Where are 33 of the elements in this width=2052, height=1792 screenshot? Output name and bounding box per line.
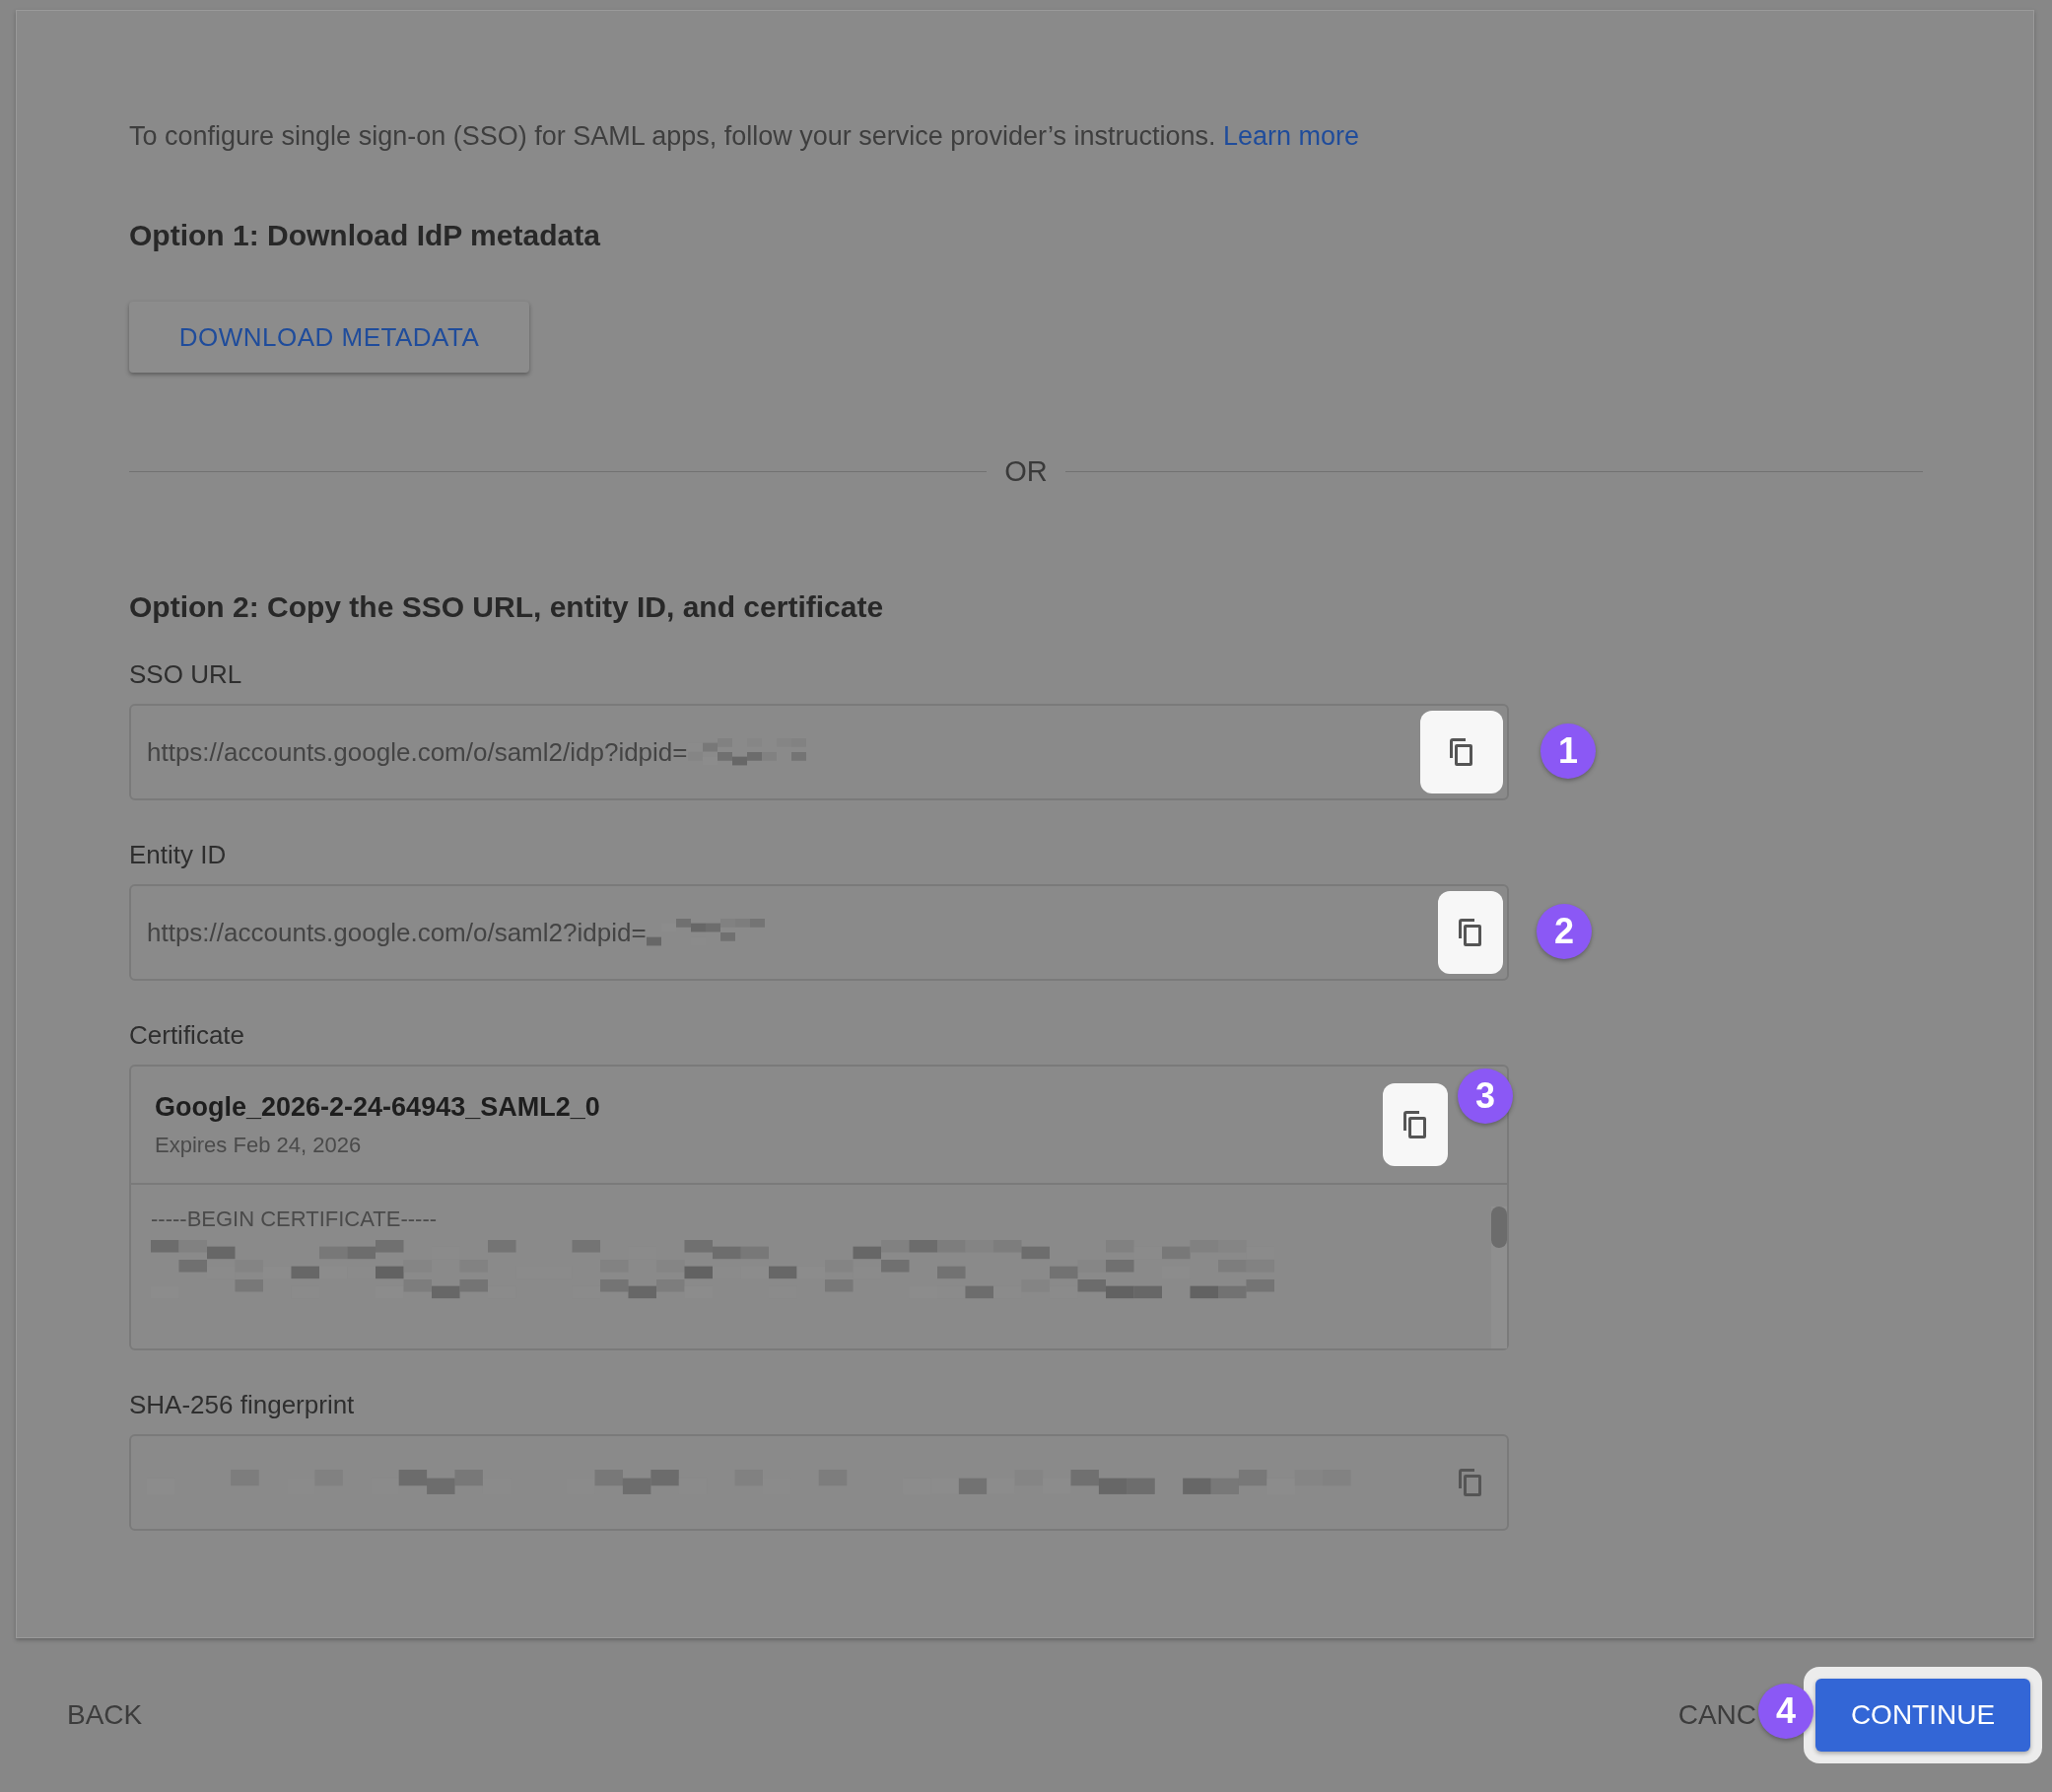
fingerprint-field[interactable] bbox=[129, 1434, 1509, 1531]
copy-icon bbox=[1458, 1468, 1483, 1497]
section-heading: Option 2: Copy the SSO URL, entity ID, and certificate bbox=[129, 590, 885, 624]
step-badge: 3 bbox=[1458, 1068, 1513, 1124]
certificate-name: Google_2026-2-24-64943_SAML2_0 bbox=[155, 1091, 600, 1123]
url-field[interactable]: https://accounts.google.com/o/saml2?idpid= bbox=[129, 884, 1509, 981]
field-label: SSO URL bbox=[129, 659, 243, 690]
field-label: SHA-256 fingerprint bbox=[129, 1390, 356, 1420]
section-heading: Option 1: Download IdP metadata bbox=[129, 219, 601, 252]
url-field[interactable]: https://accounts.google.com/o/saml2/idp?idpid= bbox=[129, 704, 1509, 800]
step-badge: 4 bbox=[1758, 1684, 1813, 1739]
copy-button[interactable] bbox=[1383, 1083, 1448, 1166]
certificate-expiry: Expires Feb 24, 2026 bbox=[155, 1132, 362, 1158]
copy-icon bbox=[1458, 918, 1483, 947]
back-button[interactable]: BACK bbox=[49, 1689, 161, 1741]
field-label: Certificate bbox=[129, 1020, 246, 1051]
cancel-button[interactable]: CANC bbox=[1677, 1699, 1756, 1731]
download-button[interactable]: DOWNLOAD METADATA bbox=[129, 302, 529, 373]
field-value: https://accounts.google.com/o/saml2?idpid= bbox=[147, 917, 647, 948]
field-value: https://accounts.google.com/o/saml2/idp?idpid= bbox=[147, 736, 688, 768]
copy-icon bbox=[1402, 1110, 1428, 1139]
certificate-text: -----BEGIN CERTIFICATE----- bbox=[151, 1206, 439, 1232]
step-badge: 1 bbox=[1540, 724, 1596, 779]
field-label: Entity ID bbox=[129, 840, 228, 870]
copy-button[interactable] bbox=[1420, 711, 1503, 793]
step-badge: 2 bbox=[1537, 904, 1592, 959]
scrollbar[interactable] bbox=[1491, 1206, 1507, 1348]
learn-more-link[interactable]: Learn more bbox=[1223, 121, 1360, 151]
continue-button[interactable]: CONTINUE bbox=[1815, 1679, 2030, 1752]
copy-icon bbox=[1449, 737, 1474, 767]
intro-text: To configure single sign-on (SSO) for SAML apps, follow your service provider’s instructions. Learn more bbox=[129, 121, 1361, 152]
copy-button[interactable] bbox=[1438, 891, 1503, 974]
or-divider-text: OR bbox=[1004, 455, 1048, 488]
